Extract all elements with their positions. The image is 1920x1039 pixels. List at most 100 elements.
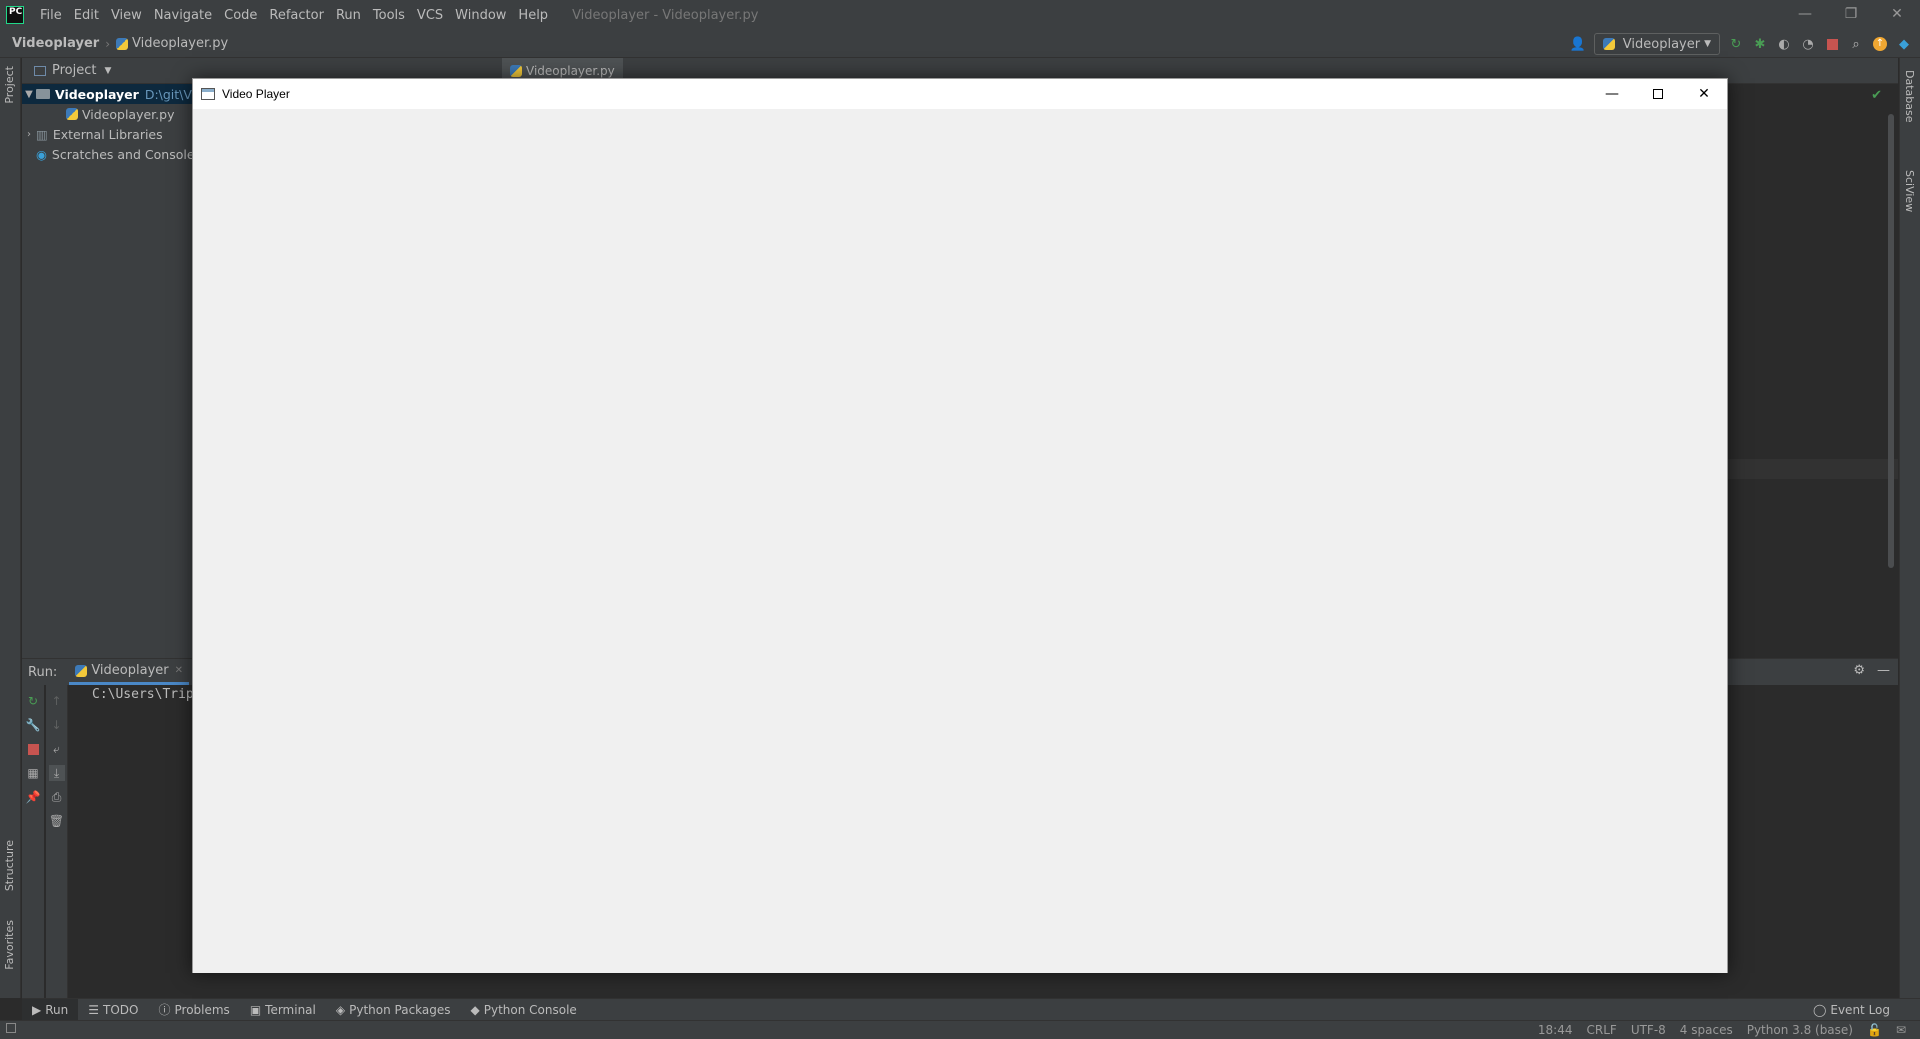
database-tool-tab[interactable]: Database	[1903, 70, 1916, 123]
rerun-icon[interactable]: ↻	[1728, 36, 1744, 52]
breadcrumb-file[interactable]: Videoplayer.py	[132, 36, 228, 51]
video-player-title-bar[interactable]: Video Player — ✕	[193, 79, 1727, 109]
python-packages-tool-label: Python Packages	[349, 1002, 451, 1017]
navigation-bar: Videoplayer › Videoplayer.py 👤 Videoplay…	[0, 30, 1920, 58]
update-icon[interactable]: ↑	[1872, 36, 1888, 52]
stop-icon[interactable]	[25, 741, 41, 757]
todo-tool-button[interactable]: ☰ TODO	[78, 999, 148, 1021]
wrench-icon[interactable]: 🔧	[25, 717, 41, 733]
scroll-to-end-icon[interactable]: ⤓	[48, 765, 65, 781]
console-output[interactable]: C:\Users\Trip	[92, 687, 194, 702]
pin-icon[interactable]: 📌	[25, 789, 41, 805]
run-toolbar-primary: ↻ 🔧 ▦ 📌	[22, 685, 44, 999]
chevron-down-icon: ▼	[1704, 39, 1711, 49]
layout-icon[interactable]: ▦	[25, 765, 41, 781]
event-log-button[interactable]: ◯ Event Log	[1813, 999, 1890, 1021]
python-file-icon	[66, 108, 78, 120]
python-packages-tool-button[interactable]: ◈ Python Packages	[326, 999, 461, 1021]
ide-restore-button[interactable]: ❐	[1828, 0, 1874, 30]
play-icon: ▶	[32, 1002, 42, 1017]
python-run-icon	[75, 664, 88, 677]
maximize-button[interactable]	[1635, 79, 1681, 109]
pycharm-logo-icon: PC	[6, 6, 24, 24]
menu-refactor[interactable]: Refactor	[263, 8, 330, 23]
menu-vcs[interactable]: VCS	[411, 8, 449, 23]
print-icon[interactable]: ⎙	[49, 789, 65, 805]
caret-position[interactable]: 18:44	[1538, 1023, 1573, 1037]
menu-code[interactable]: Code	[218, 8, 263, 23]
rerun-icon[interactable]: ↻	[25, 693, 41, 709]
structure-tool-tab[interactable]: Structure	[3, 840, 16, 891]
arrow-down-icon[interactable]: ↓	[49, 717, 65, 733]
python-interpreter[interactable]: Python 3.8 (base)	[1747, 1023, 1853, 1037]
minimize-button[interactable]: —	[1589, 79, 1635, 109]
coverage-icon[interactable]: ◐	[1776, 36, 1792, 52]
search-icon[interactable]: ⌕	[1848, 36, 1864, 52]
notifications-icon[interactable]: ✉	[1896, 1023, 1906, 1037]
chevron-down-icon[interactable]: ▼	[104, 66, 111, 76]
tree-item-path: D:\git\V	[144, 86, 192, 102]
menu-run[interactable]: Run	[330, 8, 367, 23]
debug-icon[interactable]: ✱	[1752, 36, 1768, 52]
panel-toggle-icon[interactable]	[6, 1023, 16, 1033]
status-bar: 18:44 CRLF UTF-8 4 spaces Python 3.8 (ba…	[0, 1020, 1920, 1039]
close-icon[interactable]: ✕	[175, 665, 183, 676]
indent-setting[interactable]: 4 spaces	[1680, 1023, 1733, 1037]
line-separator[interactable]: CRLF	[1587, 1023, 1617, 1037]
tree-item-label: Videoplayer	[55, 86, 139, 102]
menu-edit[interactable]: Edit	[68, 8, 105, 23]
hide-panel-icon[interactable]: —	[1877, 663, 1890, 678]
menu-window[interactable]: Window	[449, 8, 512, 23]
breadcrumb-separator-icon: ›	[105, 36, 110, 51]
close-button[interactable]: ✕	[1681, 79, 1727, 109]
terminal-icon: ▣	[249, 1002, 262, 1017]
menu-navigate[interactable]: Navigate	[148, 8, 218, 23]
ide-close-button[interactable]: ✕	[1874, 0, 1920, 30]
chevron-down-icon[interactable]: ▼	[22, 89, 36, 100]
run-tool-label: Run	[45, 1002, 69, 1017]
gear-icon[interactable]: ⚙	[1853, 663, 1865, 678]
code-with-me-icon[interactable]: ◆	[1896, 36, 1912, 52]
stop-icon[interactable]	[1824, 36, 1840, 52]
menu-view[interactable]: View	[105, 8, 148, 23]
run-tool-button[interactable]: ▶ Run	[22, 998, 79, 1021]
menu-tools[interactable]: Tools	[367, 8, 411, 23]
terminal-tool-label: Terminal	[265, 1002, 316, 1017]
run-panel-label: Run:	[28, 664, 58, 680]
left-tool-strip: Project Structure Favorites	[0, 58, 21, 998]
editor-scrollbar[interactable]	[1888, 114, 1894, 568]
sciview-tool-tab[interactable]: SciView	[1903, 170, 1916, 212]
arrow-up-icon[interactable]: ↑	[49, 693, 65, 709]
profile-icon[interactable]: ◔	[1800, 36, 1816, 52]
tree-item-label: External Libraries	[52, 126, 163, 142]
project-panel-title[interactable]: Project	[52, 63, 96, 78]
python-config-icon	[1602, 38, 1615, 50]
terminal-tool-button[interactable]: ▣ Terminal	[240, 999, 326, 1021]
chevron-right-icon[interactable]: ›	[22, 129, 36, 140]
bottom-tool-bar: ▶ Run ☰ TODO ⓘ Problems ▣ Terminal ◈ Pyt…	[22, 998, 1920, 1021]
ide-minimize-button[interactable]: —	[1782, 0, 1828, 30]
python-console-tool-button[interactable]: ◆ Python Console	[461, 999, 587, 1021]
problems-tool-button[interactable]: ⓘ Problems	[148, 999, 239, 1021]
trash-icon[interactable]: 🗑	[49, 813, 65, 829]
lock-icon[interactable]: 🔓	[1867, 1023, 1882, 1037]
menu-help[interactable]: Help	[512, 8, 554, 23]
tree-item-label: Scratches and Consoles	[51, 146, 202, 162]
menu-file[interactable]: File	[34, 8, 68, 23]
python-file-icon	[116, 37, 128, 50]
favorites-tool-tab[interactable]: Favorites	[3, 920, 16, 970]
video-player-content[interactable]	[193, 109, 1727, 973]
right-tool-strip: Database SciView	[1899, 58, 1920, 998]
soft-wrap-icon[interactable]: ⤶	[49, 741, 65, 757]
breadcrumb-project[interactable]: Videoplayer	[12, 36, 99, 51]
problems-tool-label: Problems	[174, 1002, 230, 1017]
run-configuration-select[interactable]: Videoplayer ▼	[1593, 33, 1720, 55]
run-tab-videoplayer[interactable]: Videoplayer ✕	[69, 659, 189, 685]
inspection-ok-icon: ✔	[1871, 88, 1882, 103]
project-tool-tab[interactable]: Project	[3, 66, 16, 104]
ide-window-title: Videoplayer - Videoplayer.py	[572, 7, 759, 23]
account-icon[interactable]: 👤	[1570, 36, 1586, 52]
file-encoding[interactable]: UTF-8	[1631, 1023, 1666, 1037]
ide-title-bar: PC File Edit View Navigate Code Refactor…	[0, 0, 1920, 30]
event-log-label: Event Log	[1830, 1003, 1890, 1017]
